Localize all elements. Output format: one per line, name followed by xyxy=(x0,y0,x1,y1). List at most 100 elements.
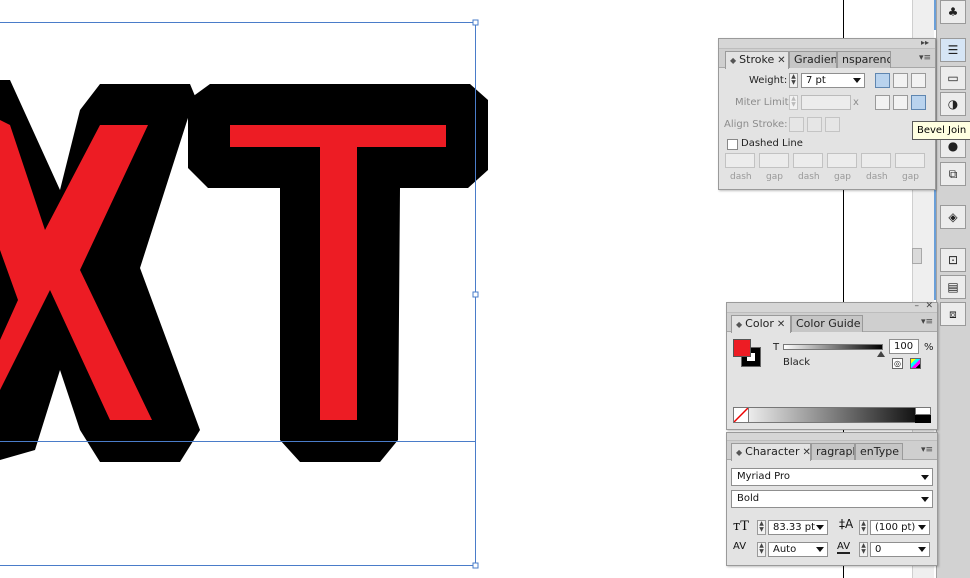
miter-join-button[interactable] xyxy=(875,95,890,110)
tint-slider[interactable] xyxy=(783,344,883,350)
tab-transparency[interactable]: nsparency xyxy=(837,51,891,68)
web-safe-icon[interactable] xyxy=(910,358,921,369)
panel-menu-icon[interactable]: ▾≡ xyxy=(921,445,933,455)
tab-diamond-icon: ◆ xyxy=(736,448,743,457)
color-spectrum-bar[interactable] xyxy=(733,407,931,423)
font-size-field[interactable]: 83.33 pt xyxy=(768,520,828,535)
kerning-field[interactable]: Auto xyxy=(768,542,828,557)
panel-menu-icon[interactable]: ▾≡ xyxy=(919,53,931,63)
chevron-down-icon[interactable] xyxy=(921,497,929,502)
miter-suffix: x xyxy=(853,97,859,108)
dash-field-1 xyxy=(725,153,755,168)
projecting-cap-button[interactable] xyxy=(911,73,926,88)
slider-thumb-icon[interactable] xyxy=(877,351,885,357)
tab-color[interactable]: ◆ Color ✕ xyxy=(731,315,791,333)
tracking-field[interactable]: 0 xyxy=(870,542,930,557)
close-icon[interactable]: ✕ xyxy=(925,301,933,311)
tab-opentype[interactable]: enType xyxy=(855,443,903,460)
dash-field-2 xyxy=(793,153,823,168)
selection-handle-bottom-right[interactable] xyxy=(472,562,479,569)
black-swatch[interactable] xyxy=(915,415,931,423)
stroke-icon[interactable]: ☰ xyxy=(940,38,966,62)
kerning-icon: AV xyxy=(733,541,747,552)
character-panel-tabs: ◆Character✕ ragraph enType ▾≡ xyxy=(727,441,937,461)
transparency-icon[interactable]: ◑ xyxy=(940,92,966,116)
round-join-button[interactable] xyxy=(893,95,908,110)
tracking-icon: AV xyxy=(837,541,851,554)
butt-cap-button[interactable] xyxy=(875,73,890,88)
dash-label: dash xyxy=(730,172,752,182)
miter-limit-label: Miter Limit: xyxy=(735,97,792,108)
leading-field[interactable]: (100 pt) xyxy=(870,520,930,535)
miter-limit-field xyxy=(801,95,851,110)
pathfinder-icon[interactable]: ⧈ xyxy=(940,302,966,326)
tab-paragraph[interactable]: ragraph xyxy=(811,443,855,460)
gap-label: gap xyxy=(902,172,919,182)
graphic-styles-icon[interactable]: ⧉ xyxy=(940,162,966,186)
chevron-down-icon[interactable] xyxy=(816,547,824,552)
gap-field-2 xyxy=(827,153,857,168)
weight-label: Weight: xyxy=(749,75,788,86)
tab-gradient[interactable]: Gradient xyxy=(789,51,837,68)
gradient-icon[interactable]: ▭ xyxy=(940,66,966,90)
close-tab-icon[interactable]: ✕ xyxy=(777,55,785,66)
round-cap-button[interactable] xyxy=(893,73,908,88)
fill-swatch[interactable] xyxy=(733,339,751,357)
chevron-down-icon[interactable] xyxy=(918,525,926,530)
font-family-select[interactable]: Myriad Pro xyxy=(731,468,933,486)
close-tab-icon[interactable]: ✕ xyxy=(777,319,785,330)
color-name-label: Black xyxy=(783,357,811,368)
font-size-stepper[interactable]: ▲ ▼ xyxy=(757,520,766,535)
align-icon[interactable]: ▤ xyxy=(940,275,966,299)
club-icon[interactable]: ♣ xyxy=(940,0,966,24)
white-swatch[interactable] xyxy=(915,407,931,415)
tab-diamond-icon: ◆ xyxy=(736,320,743,329)
panel-menu-icon[interactable]: ▾≡ xyxy=(921,317,933,327)
tint-value-field[interactable]: 100 xyxy=(889,339,919,354)
stroke-panel: ▸▸ ◆Stroke✕ Gradient nsparency ▾≡ Weight… xyxy=(718,38,936,190)
color-panel: – ✕ ◆ Color ✕ Color Guide ▾≡ T 100 % Black… xyxy=(726,301,938,430)
chevron-down-icon[interactable] xyxy=(816,525,824,530)
none-swatch-icon[interactable] xyxy=(733,407,749,423)
selection-handle-middle-right[interactable] xyxy=(472,291,479,298)
align-outside-button xyxy=(825,117,840,132)
tab-diamond-icon: ◆ xyxy=(730,56,737,65)
tab-character[interactable]: ◆ Character ✕ xyxy=(731,443,811,461)
panel-title-bar[interactable] xyxy=(727,433,937,441)
font-style-select[interactable]: Bold xyxy=(731,490,933,508)
panel-title-bar[interactable]: ▸▸ xyxy=(719,38,935,49)
kerning-stepper[interactable]: ▲ ▼ xyxy=(757,542,766,557)
panel-title-bar[interactable]: – ✕ xyxy=(727,301,937,313)
out-of-gamut-icon[interactable]: ◎ xyxy=(892,358,903,369)
chevron-down-icon[interactable] xyxy=(918,547,926,552)
scrollbar-thumb[interactable] xyxy=(912,248,922,264)
weight-field[interactable]: 7 pt xyxy=(801,73,865,88)
layers-icon[interactable]: ◈ xyxy=(940,205,966,229)
dashed-line-label: Dashed Line xyxy=(741,138,803,149)
percent-label: % xyxy=(924,342,934,353)
leading-stepper[interactable]: ▲ ▼ xyxy=(859,520,868,535)
chevron-down-icon[interactable] xyxy=(921,475,929,480)
collapse-icon[interactable]: ▸▸ xyxy=(921,38,929,47)
selection-handle-top-right[interactable] xyxy=(472,19,479,26)
align-inside-button xyxy=(807,117,822,132)
gap-label: gap xyxy=(834,172,851,182)
bevel-join-button[interactable] xyxy=(911,95,926,110)
artboards-icon[interactable]: ⊡ xyxy=(940,248,966,272)
tint-label: T xyxy=(773,342,780,353)
chevron-down-icon[interactable] xyxy=(853,78,861,83)
weight-stepper[interactable]: ▲ ▼ xyxy=(789,73,798,88)
tab-stroke[interactable]: ◆ Stroke ✕ xyxy=(725,51,789,69)
none-slash-icon xyxy=(733,407,749,423)
dashed-line-checkbox[interactable] xyxy=(727,139,738,150)
tracking-stepper[interactable]: ▲ ▼ xyxy=(859,542,868,557)
minimize-icon[interactable]: – xyxy=(915,301,920,311)
stroke-panel-tabs: ◆Stroke✕ Gradient nsparency ▾≡ xyxy=(719,49,935,69)
tooltip: Bevel Join xyxy=(912,121,970,140)
leading-icon: ‡A xyxy=(839,517,854,531)
color-panel-tabs: ◆ Color ✕ Color Guide ▾≡ xyxy=(727,313,937,333)
character-panel: ◆Character✕ ragraph enType ▾≡ Myriad Pro… xyxy=(726,432,938,566)
close-tab-icon[interactable]: ✕ xyxy=(802,447,810,458)
tab-color-guide[interactable]: Color Guide xyxy=(791,315,863,332)
dash-label: dash xyxy=(866,172,888,182)
